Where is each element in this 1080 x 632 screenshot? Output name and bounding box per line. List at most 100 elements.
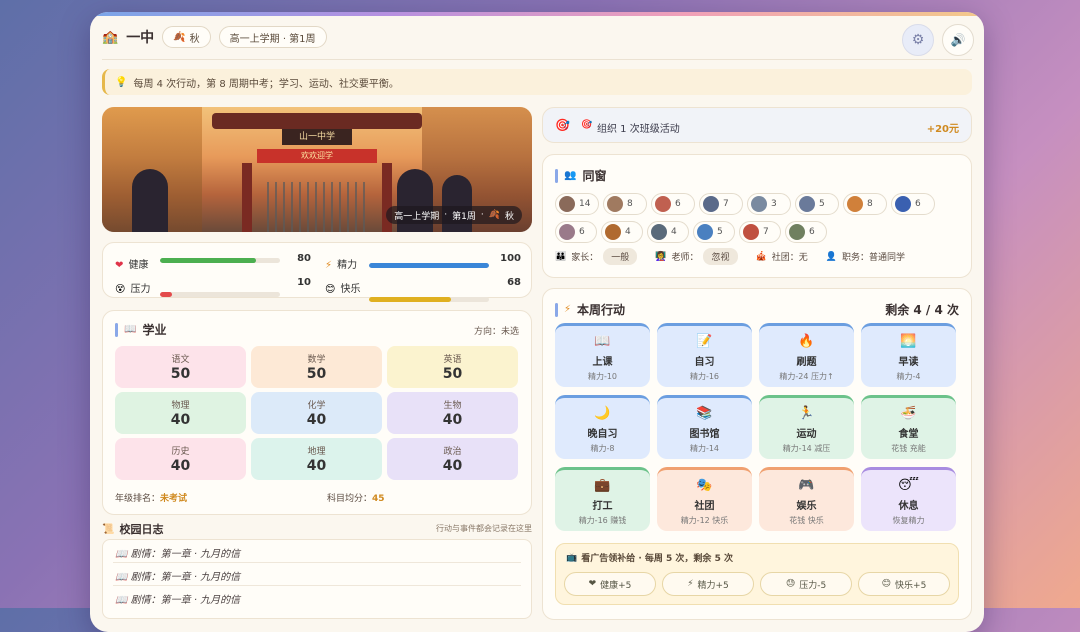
subject-score: 40	[442, 458, 463, 474]
student-figure-1	[132, 169, 168, 232]
action-bowl[interactable]: 🍜 食堂 花钱 充能	[861, 395, 956, 459]
classmate-chip[interactable]: 5	[795, 193, 839, 215]
lightning-icon: ⚡	[325, 260, 333, 271]
classmate-chip[interactable]: 4	[601, 221, 643, 243]
action-books[interactable]: 📚 图书馆 精力-14	[657, 395, 752, 459]
task-card[interactable]: 🎯 🎯 组织 1 次班级活动 +20元	[542, 107, 972, 143]
people-icon: 👥	[564, 170, 577, 181]
avatar	[895, 196, 911, 212]
sound-button[interactable]: 🔊	[942, 24, 974, 56]
happiness-value: 68	[507, 277, 521, 288]
action-running[interactable]: 🏃 运动 精力-14 减压	[759, 395, 854, 459]
duty-icon: 👤	[825, 251, 837, 262]
target-icon-small: 🎯	[581, 120, 593, 130]
action-gamepad[interactable]: 🎮 娱乐 花钱 快乐	[759, 467, 854, 531]
classmate-chip[interactable]: 6	[891, 193, 935, 215]
book-icon: 📖	[115, 549, 128, 560]
header-bar: 🏫 一中 🍂 秋 高一上学期 · 第1周	[102, 26, 327, 48]
notebook-icon: 📝	[696, 334, 713, 349]
reward-icon: 😓	[785, 579, 796, 589]
classmate-chip[interactable]: 8	[603, 193, 647, 215]
avatar	[751, 196, 767, 212]
teacher-badge: 忽视	[703, 248, 738, 265]
journal-entry: 📖 剧情：第一章 · 九月的信	[115, 572, 241, 583]
classmate-chip[interactable]: 3	[747, 193, 791, 215]
classmate-chip[interactable]: 6	[555, 221, 597, 243]
action-book[interactable]: 📖 上课 精力-10	[555, 323, 650, 387]
stress-bar	[160, 292, 280, 297]
reward-icon: ⚡	[687, 579, 694, 589]
subject-score: 40	[170, 458, 191, 474]
bar-fill	[369, 297, 451, 302]
avatar	[607, 196, 623, 212]
bowl-icon: 🍜	[900, 406, 917, 421]
ad-reward-button[interactable]: 😓 压力-5	[760, 572, 852, 596]
ad-reward-button[interactable]: 😊 快乐+5	[858, 572, 950, 596]
gate-fence	[267, 182, 367, 232]
journal-entry: 📖 剧情：第一章 · 九月的信	[115, 549, 241, 560]
action-briefcase[interactable]: 💼 打工 精力-16 赚钱	[555, 467, 650, 531]
subject-name: 政治	[443, 447, 462, 457]
classmate-chip[interactable]: 6	[651, 193, 695, 215]
grade-rank: 年级排名：未考试	[115, 494, 188, 504]
stress-face-icon: 😵	[115, 284, 126, 295]
gate-banner: 欢欢迎学	[257, 149, 377, 163]
notice-text: 每周 4 次行动，第 8 周期中考；学习、运动、社交要平衡。	[133, 78, 399, 90]
classmate-chip[interactable]: 6	[785, 221, 827, 243]
classmate-chip[interactable]: 7	[739, 221, 781, 243]
stat-energy: ⚡ 精力	[325, 260, 358, 271]
heart-icon: ❤	[115, 260, 124, 271]
subject-average: 科目均分：45	[327, 494, 385, 504]
bar-fill	[160, 258, 256, 263]
briefcase-icon: 💼	[594, 478, 611, 493]
moon-icon: 🌙	[594, 406, 611, 421]
journal-list[interactable]: 📖 剧情：第一章 · 九月的信 📖 剧情：第一章 · 九月的信 📖 剧情：第一章…	[102, 539, 532, 619]
health-bar	[160, 258, 280, 263]
action-moon[interactable]: 🌙 晚自习 精力-8	[555, 395, 650, 459]
avatar	[697, 224, 713, 240]
ad-reward-button[interactable]: ❤ 健康+5	[564, 572, 656, 596]
action-drama[interactable]: 🎭 社团 精力-12 快乐	[657, 467, 752, 531]
action-notebook[interactable]: 📝 自习 精力-16	[657, 323, 752, 387]
subject-name: 语文	[171, 355, 190, 365]
bar-fill	[369, 263, 489, 268]
subject-score: 50	[306, 366, 327, 382]
journal-entry: 📖 剧情：第一章 · 九月的信	[115, 595, 241, 606]
gate-pillar-left	[242, 163, 252, 232]
classmate-chip[interactable]: 14	[555, 193, 599, 215]
journal-title: 📜 校园日志	[102, 523, 164, 536]
divider	[113, 562, 521, 563]
subject-score: 40	[170, 412, 191, 428]
tv-icon: 📺	[566, 552, 578, 563]
settings-button[interactable]: ⚙	[902, 24, 934, 56]
avatar	[743, 224, 759, 240]
happiness-bar	[369, 297, 489, 302]
classmate-chip[interactable]: 8	[843, 193, 887, 215]
avatar	[703, 196, 719, 212]
reward-icon: ❤	[588, 579, 597, 589]
action-fire[interactable]: 🔥 刷题 精力-24 压力↑	[759, 323, 854, 387]
journal-section: 📜 校园日志 行动与事件都会记录在这里 📖 剧情：第一章 · 九月的信 📖 剧情…	[102, 519, 532, 619]
gate-sign: 山一中学	[282, 129, 352, 145]
ad-reward-button[interactable]: ⚡ 精力+5	[662, 572, 754, 596]
leaf-icon: 🍂	[173, 31, 186, 43]
book-icon: 📖	[115, 595, 128, 606]
ad-panel: 📺 看广告领补给 · 每周 5 次，剩余 5 次 ❤ 健康+5 ⚡ 精力+5 😓 压力-5 😊…	[555, 543, 959, 605]
fire-icon: 🔥	[798, 334, 815, 349]
action-sunrise[interactable]: 🌅 早读 精力-4	[861, 323, 956, 387]
sleep-icon: 😴	[898, 478, 919, 493]
classmate-chip[interactable]: 4	[647, 221, 689, 243]
books-icon: 📚	[696, 406, 713, 421]
smile-icon: 😊	[325, 284, 336, 295]
classmate-chip[interactable]: 5	[693, 221, 735, 243]
subject-name: 历史	[171, 447, 190, 457]
subject-tile: 政治 40	[387, 438, 518, 480]
drama-icon: 🎭	[696, 478, 713, 493]
action-sleep[interactable]: 😴 休息 恢复精力	[861, 467, 956, 531]
classmate-chip[interactable]: 7	[699, 193, 743, 215]
classmates-card: 👥 同窗 14 8 6 7 3 5 8 6 6 4 4 5 7 6 👪 家长： 一般 👩‍🏫 老师： 忽视 🎪…	[542, 154, 972, 278]
avatar	[847, 196, 863, 212]
scroll-icon: 📜	[102, 523, 115, 535]
notice-banner: 💡 每周 4 次行动，第 8 周期中考；学习、运动、社交要平衡。	[102, 69, 972, 95]
book-icon: 📖	[124, 324, 137, 335]
